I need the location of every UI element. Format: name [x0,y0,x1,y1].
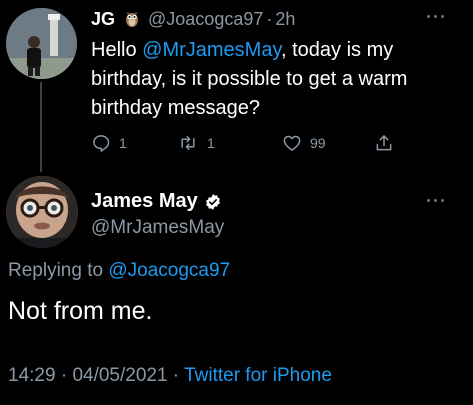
like-button[interactable]: 99 [282,132,326,154]
avatar-james-may[interactable] [6,176,78,248]
tweet-source-link[interactable]: Twitter for iPhone [184,365,332,386]
like-count: 99 [310,135,326,151]
reply-author-handle[interactable]: @MrJamesMay [91,217,224,239]
parent-tweet-line1: Hello @MrJamesMay, today is my [91,39,394,61]
replying-to-label: Replying to [8,260,109,281]
separator-dot: · [167,365,185,386]
avatar-jg[interactable] [6,8,77,79]
parent-tweet-line2: birthday, is it possible to get a warm [91,68,408,90]
thread-connector-line [40,82,42,172]
tweet-date[interactable]: 04/05/2021 [72,365,167,386]
avatar-photo-jg [6,8,77,79]
retweet-icon [181,136,195,150]
more-options-icon[interactable] [426,13,446,21]
share-button[interactable] [374,132,394,154]
reply-icon [93,135,110,152]
share-icon [376,135,392,151]
reply-author-name[interactable]: James May [91,190,198,213]
separator-dot: · [266,8,273,29]
mention-link[interactable]: @MrJamesMay [142,39,281,61]
parent-tweet-line3: birthday message? [91,97,260,119]
tweet-actions-bar: 1 1 99 [91,132,421,154]
tweet-thread: JG @Joacogca97 · 2h Hello @MrJamesMay, t… [0,0,473,405]
parent-author-handle[interactable]: @Joacogca97 [148,9,263,30]
heart-icon [283,135,301,151]
reply-author-row: James May [91,190,222,213]
parent-author-name[interactable]: JG [91,9,115,30]
owl-icon [126,11,139,27]
parent-tweet-text: Hello @MrJamesMay, today is my birthday,… [91,36,461,123]
more-options-icon[interactable] [426,197,446,205]
verified-badge-icon [205,193,220,210]
separator-dot: · [55,365,73,386]
replying-to-line: Replying to @Joacogca97 [8,260,230,282]
tweet-metadata: 14:29 · 04/05/2021 · Twitter for iPhone [8,365,332,387]
avatar-photo-james-may [6,176,78,248]
tweet-time[interactable]: 14:29 [8,365,56,386]
retweet-count: 1 [207,135,215,151]
reply-count: 1 [119,135,127,151]
parent-tweet-time[interactable]: 2h [275,9,295,30]
parent-tweet-header: JG @Joacogca97 · 2h [91,8,295,30]
retweet-button[interactable]: 1 [177,132,215,154]
reply-tweet-text: Not from me. [8,297,153,325]
reply-button[interactable]: 1 [91,132,127,154]
replying-to-mention[interactable]: @Joacogca97 [108,260,230,281]
